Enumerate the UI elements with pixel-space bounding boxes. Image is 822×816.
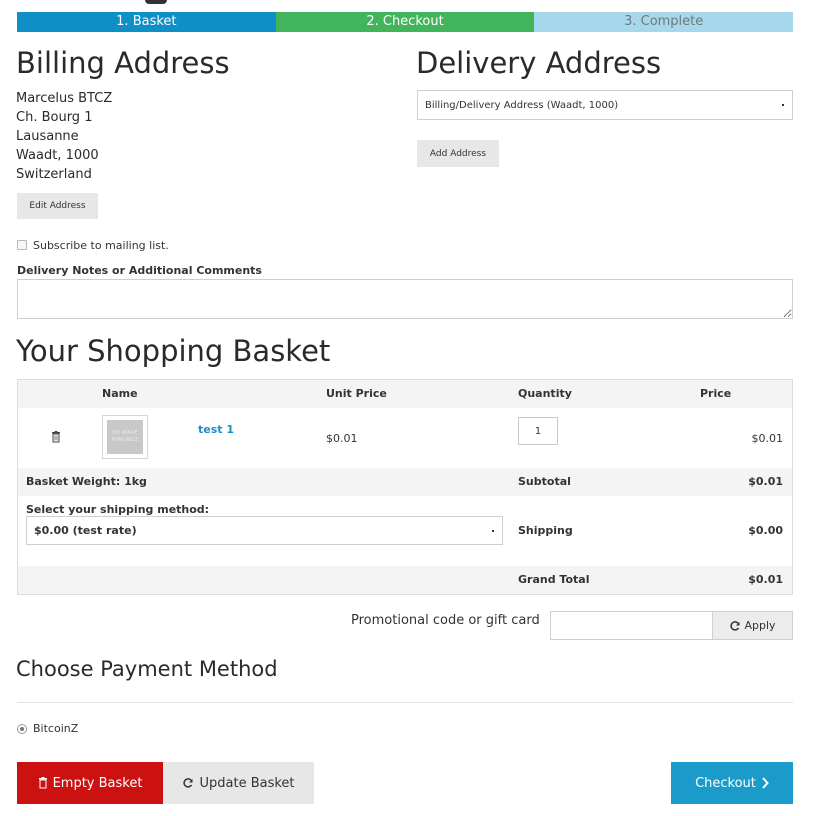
chevron-down-icon [492, 529, 494, 532]
line-price: $0.01 [751, 432, 784, 445]
trash-icon [38, 777, 47, 789]
promo-code-input[interactable] [550, 611, 713, 640]
subtotal-value: $0.01 [748, 475, 783, 488]
billing-line-country: Switzerland [16, 167, 92, 182]
notes-textarea[interactable] [17, 279, 793, 319]
subtotal-row: Basket Weight: 1kg Subtotal $0.01 [18, 468, 792, 496]
product-thumbnail[interactable]: NO IMAGE AVAILABLE [102, 415, 148, 459]
no-image-placeholder: NO IMAGE AVAILABLE [107, 420, 143, 454]
divider [17, 702, 793, 703]
step-basket: 1. Basket [17, 12, 276, 32]
billing-address: Marcelus BTCZ Ch. Bourg 1 Lausanne Waadt… [16, 89, 112, 184]
grand-total-row: Grand Total $0.01 [18, 566, 792, 594]
add-address-button[interactable]: Add Address [417, 140, 499, 167]
header-price: Price [700, 387, 732, 400]
empty-basket-label: Empty Basket [52, 775, 143, 791]
step-complete: 3. Complete [534, 12, 794, 32]
shipping-method-select[interactable]: $0.00 (test rate) [26, 516, 503, 545]
empty-basket-button[interactable]: Empty Basket [17, 762, 163, 804]
quantity-input[interactable]: 1 [518, 417, 558, 445]
update-basket-label: Update Basket [199, 775, 295, 791]
step-checkout: 2. Checkout [275, 12, 535, 32]
apply-button[interactable]: Apply [712, 611, 793, 640]
edit-address-button[interactable]: Edit Address [17, 193, 98, 219]
billing-line-city: Lausanne [16, 129, 79, 144]
delivery-address-select[interactable]: Billing/Delivery Address (Waadt, 1000) [417, 90, 793, 120]
header-name: Name [102, 387, 138, 400]
promo-label: Promotional code or gift card [351, 613, 540, 628]
mailing-list-checkbox[interactable] [17, 240, 27, 250]
refresh-icon [730, 620, 741, 631]
apply-label: Apply [744, 619, 776, 632]
progress-steps: 1. Basket 2. Checkout 3. Complete [17, 12, 794, 32]
billing-line-street: Ch. Bourg 1 [16, 110, 93, 125]
payment-option-label: BitcoinZ [33, 722, 79, 735]
basket-weight: Basket Weight: 1kg [26, 475, 147, 488]
header-quantity: Quantity [518, 387, 572, 400]
delivery-title: Delivery Address [416, 46, 662, 80]
basket-table: Name Unit Price Quantity Price NO IMAGE … [17, 379, 793, 595]
unit-price: $0.01 [326, 432, 358, 445]
table-header-row: Name Unit Price Quantity Price [18, 380, 792, 408]
shipping-prompt: Select your shipping method: [26, 503, 210, 516]
page-top-fragment [145, 0, 167, 4]
notes-label: Delivery Notes or Additional Comments [17, 264, 262, 277]
grand-total-label: Grand Total [518, 573, 590, 586]
shipping-method-value: $0.00 (test rate) [34, 524, 137, 537]
billing-line-region: Waadt, 1000 [16, 148, 99, 163]
billing-title: Billing Address [16, 46, 230, 80]
billing-line-name: Marcelus BTCZ [16, 91, 113, 106]
subtotal-label: Subtotal [518, 475, 571, 488]
mailing-list-label: Subscribe to mailing list. [33, 239, 169, 252]
shipping-value: $0.00 [748, 524, 783, 537]
trash-icon[interactable] [51, 431, 61, 443]
payment-title: Choose Payment Method [16, 657, 278, 681]
checkout-button[interactable]: Checkout [671, 762, 793, 804]
refresh-icon [183, 778, 194, 788]
basket-title: Your Shopping Basket [16, 334, 331, 368]
chevron-right-icon [762, 777, 769, 789]
grand-total-value: $0.01 [748, 573, 783, 586]
update-basket-button[interactable]: Update Basket [163, 762, 314, 804]
shipping-row: Select your shipping method: $0.00 (test… [18, 496, 792, 566]
product-name-link[interactable]: test 1 [198, 423, 234, 436]
checkout-label: Checkout [695, 775, 756, 791]
shipping-label: Shipping [518, 524, 573, 537]
delivery-address-value: Billing/Delivery Address (Waadt, 1000) [425, 99, 619, 111]
header-unit-price: Unit Price [326, 387, 387, 400]
table-row: NO IMAGE AVAILABLE test 1 $0.01 1 $0.01 [18, 408, 792, 468]
chevron-down-icon [782, 104, 784, 106]
payment-radio-bitcoinz[interactable] [17, 724, 27, 734]
